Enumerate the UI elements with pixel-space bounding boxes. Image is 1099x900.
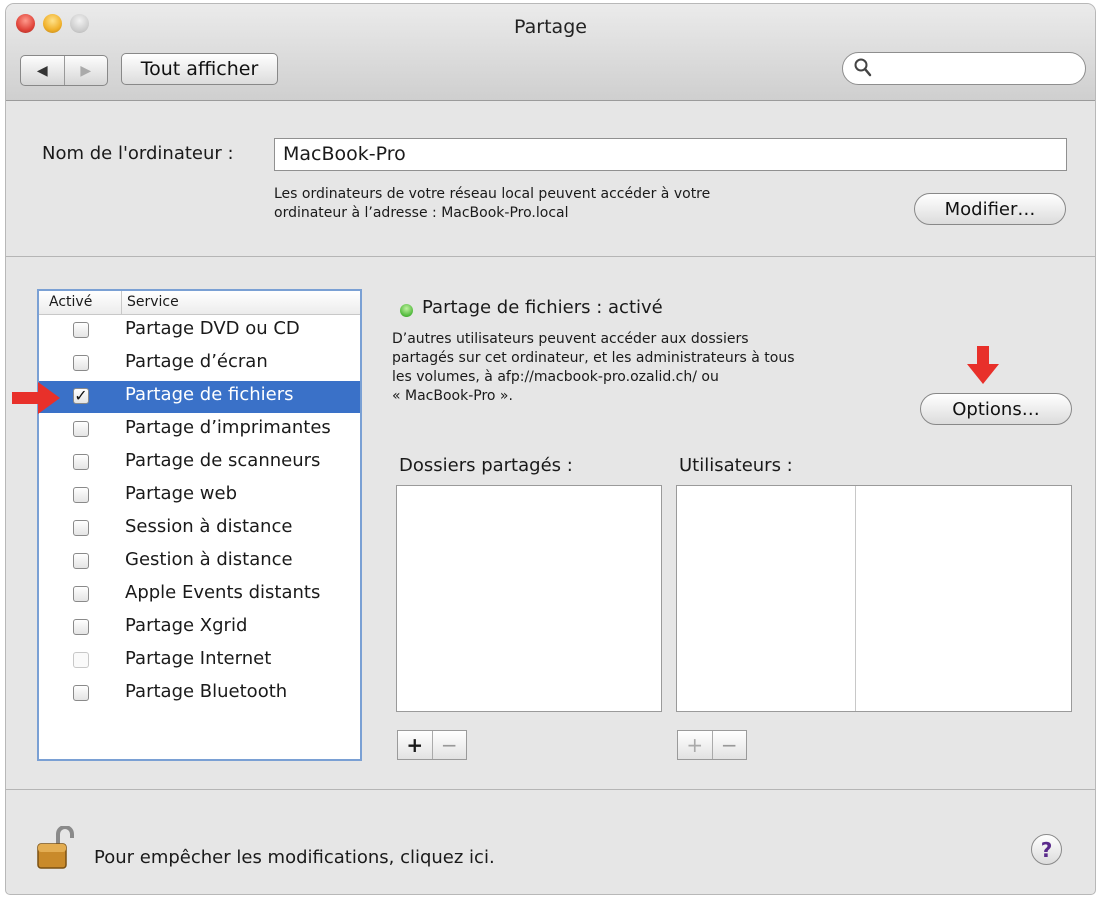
options-button[interactable]: Options… [920,393,1072,425]
service-row[interactable]: Partage d’imprimantes [39,414,360,446]
service-label: Partage de scanneurs [125,450,321,471]
service-checkbox[interactable] [73,586,89,602]
service-label: Partage d’écran [125,351,268,372]
service-row[interactable]: Partage Xgrid [39,612,360,644]
titlebar: Partage ◀ ▶ Tout afficher [6,4,1095,101]
service-label: Partage web [125,483,238,504]
computer-info-line2: ordinateur à l’adresse : MacBook-Pro.loc… [274,205,569,221]
service-checkbox[interactable] [73,355,89,371]
remove-folder-button[interactable]: − [431,731,467,759]
service-list-header: Activé Service [39,291,360,315]
service-label: Partage Internet [125,648,272,669]
service-checkbox[interactable] [73,454,89,470]
footer-divider [6,789,1095,790]
show-all-button[interactable]: Tout afficher [121,53,278,85]
shared-folders-label: Dossiers partagés : [399,455,573,476]
window-title: Partage [514,16,587,38]
service-row[interactable]: Partage DVD ou CD [39,315,360,347]
system-preferences-window: Partage ◀ ▶ Tout afficher Nom de l'ordin… [6,4,1095,894]
service-description-line2: partagés sur cet ordinateur, et les admi… [392,350,795,366]
shared-folders-list[interactable] [396,485,662,712]
shared-folders-add-remove: + − [397,730,467,760]
users-list[interactable] [676,485,1072,712]
computer-name-label: Nom de l'ordinateur : [42,143,234,164]
service-row[interactable]: Gestion à distance [39,546,360,578]
service-row[interactable]: Partage Bluetooth [39,678,360,710]
service-row[interactable]: ✓ Partage de fichiers [39,381,360,413]
service-row[interactable]: Partage web [39,480,360,512]
users-add-remove: + − [677,730,747,760]
annotation-arrow-down-icon [967,346,999,384]
service-label: Session à distance [125,516,293,537]
service-row[interactable]: Partage de scanneurs [39,447,360,479]
service-label: Apple Events distants [125,582,321,603]
service-checkbox[interactable] [73,553,89,569]
service-label: Partage d’imprimantes [125,417,331,438]
service-checkbox[interactable] [73,421,89,437]
service-checkbox[interactable] [73,652,89,668]
service-row[interactable]: Apple Events distants [39,579,360,611]
lock-text[interactable]: Pour empêcher les modifications, cliquez… [94,847,495,868]
back-icon[interactable]: ◀ [21,56,64,85]
service-description-line3: les volumes, à afp://macbook-pro.ozalid.… [392,369,719,385]
help-button[interactable]: ? [1031,834,1062,865]
service-label: Partage DVD ou CD [125,318,300,339]
add-folder-button[interactable]: + [398,731,432,759]
service-row[interactable]: Partage Internet [39,645,360,677]
computer-name-field[interactable]: MacBook-Pro [274,138,1067,171]
service-checkbox[interactable]: ✓ [73,388,89,404]
header-divider [121,291,122,314]
column-header-service[interactable]: Service [127,294,179,310]
section-divider [6,256,1095,257]
remove-user-button[interactable]: − [711,731,747,759]
lock-icon[interactable] [36,826,76,872]
service-checkbox[interactable] [73,685,89,701]
service-description-line4: « MacBook-Pro ». [392,388,513,404]
service-description-line1: D’autres utilisateurs peuvent accéder au… [392,331,749,347]
users-label: Utilisateurs : [679,455,793,476]
service-row[interactable]: Partage d’écran [39,348,360,380]
users-column-divider [855,486,856,711]
service-status-text: Partage de fichiers : activé [422,297,663,318]
service-checkbox[interactable] [73,520,89,536]
forward-icon[interactable]: ▶ [63,56,108,85]
service-row[interactable]: Session à distance [39,513,360,545]
service-checkbox[interactable] [73,322,89,338]
search-field[interactable] [842,52,1086,85]
service-checkbox[interactable] [73,619,89,635]
computer-info-line1: Les ordinateurs de votre réseau local pe… [274,186,711,202]
annotation-arrow-right-icon [12,382,60,414]
service-label: Gestion à distance [125,549,293,570]
status-indicator-icon [400,304,413,317]
service-list[interactable]: Activé Service Partage DVD ou CD Partage … [37,289,362,761]
modify-button[interactable]: Modifier… [914,193,1066,225]
search-icon [854,58,872,77]
service-checkbox[interactable] [73,487,89,503]
column-header-active[interactable]: Activé [49,294,92,310]
service-label: Partage Xgrid [125,615,248,636]
add-user-button[interactable]: + [678,731,712,759]
back-forward-control: ◀ ▶ [20,55,108,86]
service-label: Partage Bluetooth [125,681,288,702]
service-label: Partage de fichiers [125,384,294,405]
